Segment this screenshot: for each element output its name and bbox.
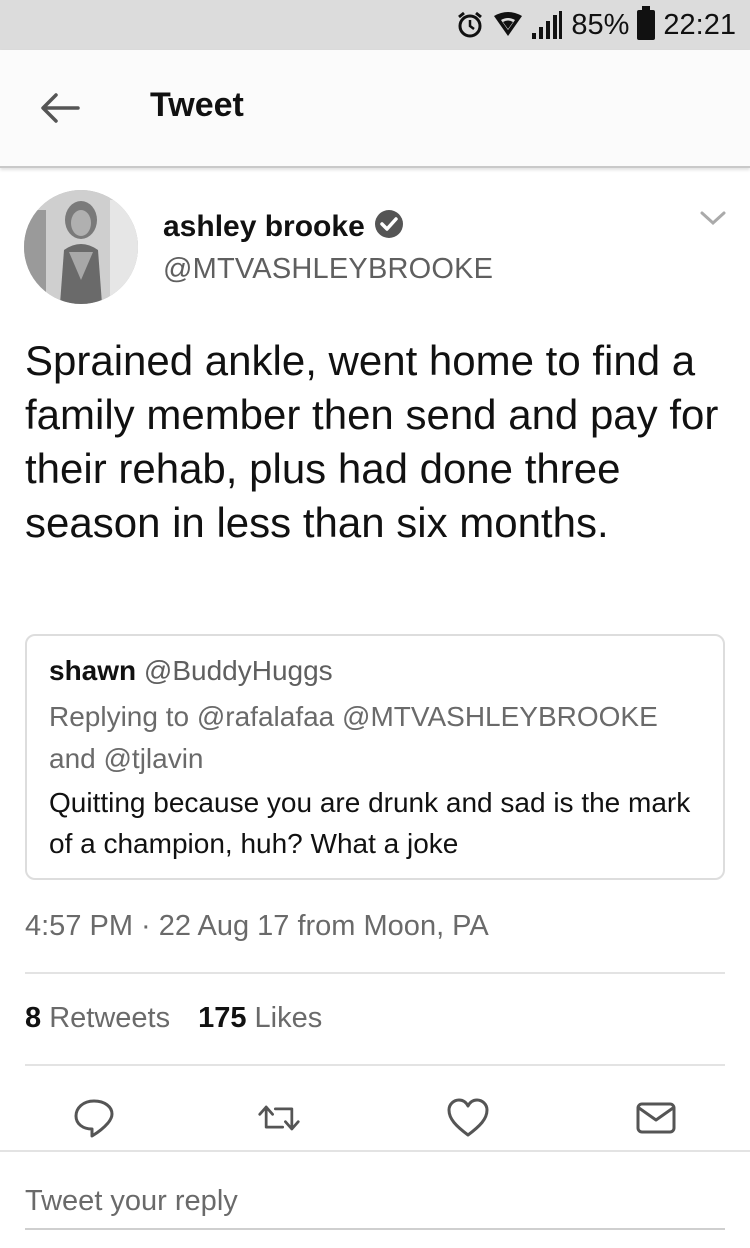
like-icon	[447, 1098, 489, 1137]
like-button[interactable]	[446, 1096, 490, 1140]
likes-count: 175	[198, 1002, 247, 1034]
quoted-author-line: shawn @BuddyHuggs	[49, 652, 701, 690]
arrow-left-icon	[41, 93, 80, 123]
alarm-icon	[455, 10, 485, 40]
quoted-text: Quitting because you are drunk and sad i…	[49, 787, 691, 859]
reply-button[interactable]	[72, 1096, 116, 1140]
retweet-button[interactable]	[257, 1096, 301, 1140]
divider	[25, 972, 725, 974]
avatar[interactable]	[24, 190, 138, 304]
author-name[interactable]: ashley brooke	[163, 210, 365, 244]
app-header: Tweet	[0, 50, 750, 168]
chevron-down-icon	[700, 211, 726, 226]
back-button[interactable]	[38, 88, 82, 128]
quoted-reply-line: Replying to @rafalafaa @MTVASHLEYBROOKE …	[49, 701, 658, 774]
reply-icon	[74, 1099, 114, 1138]
likes-label: Likes	[254, 1002, 323, 1034]
tweet-actions	[0, 1090, 750, 1150]
retweet-icon	[258, 1105, 300, 1131]
tweet-timestamp[interactable]: 4:57 PM · 22 Aug 17	[25, 910, 289, 942]
quoted-author-name: shawn	[49, 655, 137, 686]
author-handle[interactable]: @MTVASHLEYBROOKE	[163, 253, 493, 286]
battery-icon	[637, 6, 656, 40]
quoted-author-handle: @BuddyHuggs	[143, 655, 333, 686]
battery-percent: 85%	[571, 8, 630, 41]
retweets-stat[interactable]: 8 Retweets	[25, 1002, 170, 1035]
page-title: Tweet	[150, 86, 244, 124]
likes-stat[interactable]: 175 Likes	[198, 1002, 322, 1035]
quoted-tweet[interactable]: shawn @BuddyHuggs Replying to @rafalafaa…	[25, 634, 725, 880]
message-icon	[636, 1102, 676, 1134]
divider	[25, 1064, 725, 1066]
retweets-label: Retweets	[49, 1002, 171, 1034]
verified-badge-icon	[373, 208, 405, 245]
message-button[interactable]	[634, 1096, 678, 1140]
wifi-icon	[493, 12, 523, 38]
tweet-location[interactable]: from Moon, PA	[297, 910, 488, 942]
reply-bar	[0, 1150, 750, 1248]
tweet-stats: 8 Retweets 175 Likes	[25, 1002, 322, 1035]
more-options-button[interactable]	[698, 208, 728, 233]
author-name-row: ashley brooke	[163, 208, 405, 245]
tweet-meta: 4:57 PM · 22 Aug 17 from Moon, PA	[25, 910, 489, 943]
clock: 22:21	[663, 8, 736, 41]
status-bar: 85% 22:21	[0, 0, 750, 50]
tweet-text: Sprained ankle, went home to find a fami…	[25, 337, 719, 546]
retweets-count: 8	[25, 1002, 42, 1034]
reply-input[interactable]	[25, 1174, 725, 1230]
signal-icon	[531, 11, 563, 39]
